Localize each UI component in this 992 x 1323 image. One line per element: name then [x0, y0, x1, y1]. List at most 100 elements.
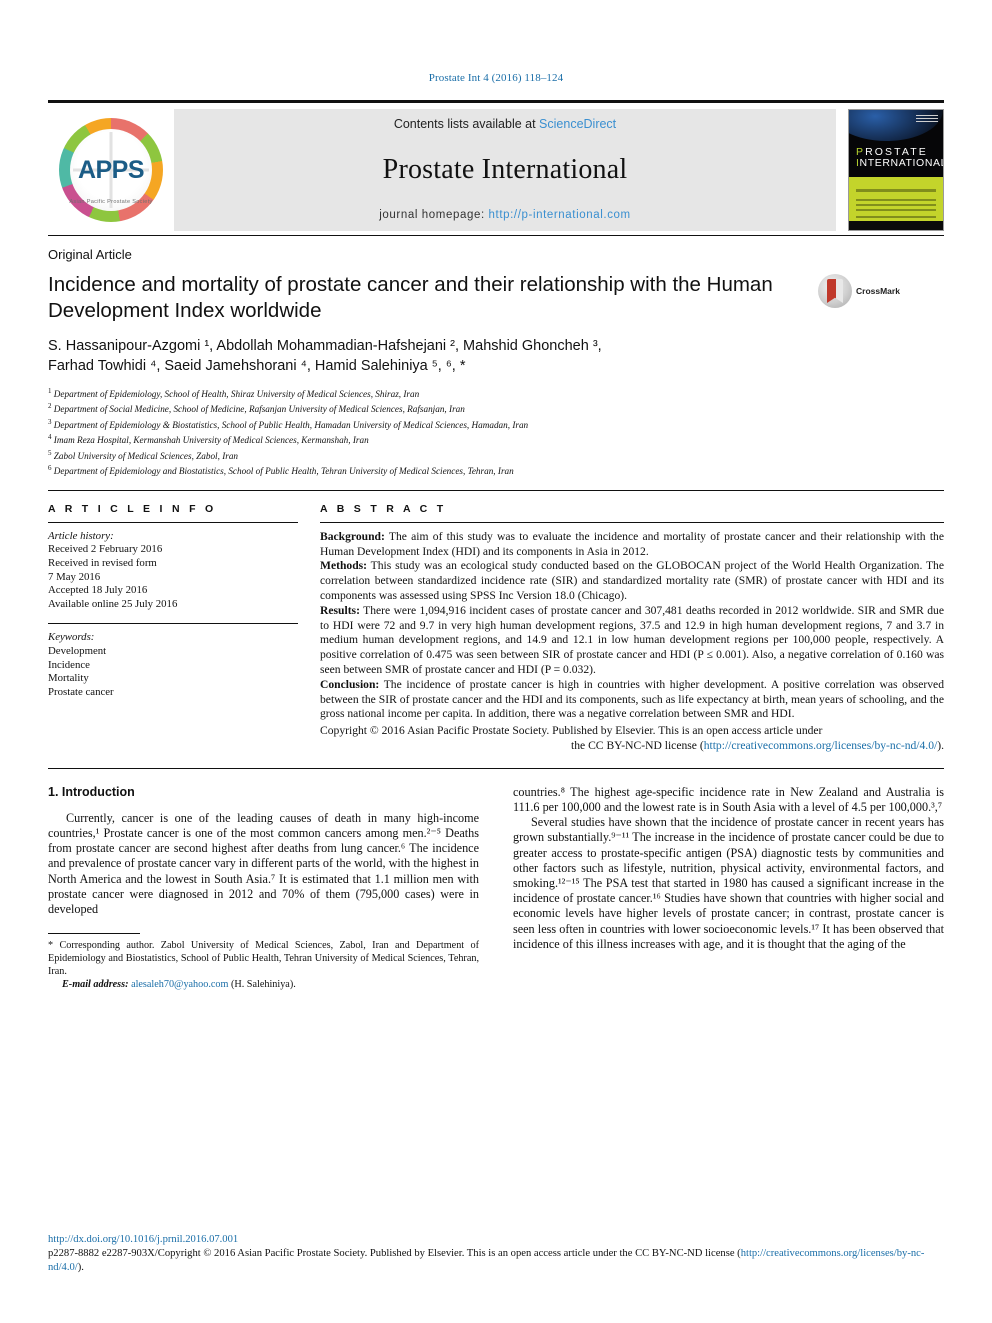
- info-section-top-rule: [48, 489, 944, 491]
- keyword-item: Prostate cancer: [48, 685, 114, 698]
- affiliation-text: Imam Reza Hospital, Kermanshah Universit…: [53, 435, 369, 446]
- abstract-results-label: Results:: [320, 603, 360, 617]
- masthead-top-rule: [48, 100, 944, 103]
- affiliation-text: Department of Epidemiology and Biostatis…: [53, 466, 514, 477]
- masthead-bottom-rule: [48, 235, 944, 236]
- article-type-label: Original Article: [48, 247, 132, 262]
- abstract-background-label: Background:: [320, 529, 385, 543]
- issn-copyright-line: p2287-8882 e2287-903X/Copyright © 2016 A…: [48, 1247, 944, 1275]
- email-label: E-mail address:: [62, 979, 129, 991]
- affiliation-text: Department of Social Medicine, School of…: [53, 404, 465, 415]
- abstract-heading: A B S T R A C T: [320, 502, 447, 515]
- article-info-rule: [48, 521, 298, 523]
- crossmark-icon: [818, 274, 852, 308]
- affiliation-marker: 4: [48, 433, 52, 442]
- cover-title-line2: INTERNATIONAL: [856, 156, 944, 169]
- article-info-heading: A R T I C L E I N F O: [48, 502, 217, 515]
- publisher-logo-cell: APPS Asian Pacific Prostate Society: [48, 109, 174, 231]
- abstract-column: A B S T R A C T Background: The aim of t…: [320, 503, 944, 754]
- copyright-license-line: the CC BY-NC-ND license (http://creative…: [320, 739, 944, 754]
- cover-text-line: [856, 189, 936, 193]
- keyword-item: Mortality: [48, 672, 89, 685]
- article-history-block: Article history: Received 2 February 201…: [48, 530, 298, 612]
- cover-text-line: [856, 199, 936, 202]
- crossmark-badge[interactable]: CrossMark: [818, 274, 900, 308]
- intro-paragraph-right-2: Several studies have shown that the inci…: [513, 815, 944, 951]
- intro-paragraph-right-1: countries.⁸ The highest age-specific inc…: [513, 784, 944, 814]
- author-list: S. Hassanipour-Azgomi ¹, Abdollah Mohamm…: [48, 336, 848, 376]
- journal-title: Prostate International: [382, 154, 628, 185]
- abstract-methods-label: Methods:: [320, 559, 368, 573]
- crossmark-label: CrossMark: [856, 286, 900, 296]
- affiliation-text: Department of Epidemiology & Biostatisti…: [53, 420, 529, 430]
- affiliation-item: 2 Department of Social Medicine, School …: [48, 400, 944, 415]
- journal-homepage-line: journal homepage: http://p-international…: [379, 209, 630, 221]
- issn-text: p2287-8882 e2287-903X/Copyright © 2016 A…: [48, 1248, 741, 1259]
- keyword-item: Incidence: [48, 658, 90, 671]
- copyright-text: Copyright © 2016 Asian Pacific Prostate …: [320, 724, 823, 738]
- affiliation-item: 1 Department of Epidemiology, School of …: [48, 385, 944, 400]
- cover-text-line: [856, 209, 936, 212]
- journal-masthead: APPS Asian Pacific Prostate Society Cont…: [48, 109, 944, 231]
- email-link[interactable]: alesaleh70@yahoo.com: [131, 979, 228, 990]
- license-link[interactable]: http://creativecommons.org/licenses/by-n…: [704, 739, 938, 752]
- journal-band: Contents lists available at ScienceDirec…: [174, 109, 836, 231]
- author-line-2: Farhad Towhidi ⁴, Saeid Jamehshorani ⁴, …: [48, 358, 466, 374]
- keywords-block: Keywords: Development Incidence Mortalit…: [48, 631, 298, 699]
- email-owner: (H. Salehiniya).: [228, 979, 296, 991]
- cover-text-line: [856, 216, 936, 219]
- history-item: Accepted 18 July 2016: [48, 584, 148, 597]
- history-item: Received in revised form: [48, 557, 157, 569]
- affiliation-marker: 1: [48, 387, 52, 395]
- cover-issn-block: [916, 115, 938, 123]
- contents-line: Contents lists available at ScienceDirec…: [394, 117, 616, 131]
- body-columns: 1. Introduction Currently, cancer is one…: [48, 785, 944, 991]
- abstract-copyright: Copyright © 2016 Asian Pacific Prostate …: [320, 724, 944, 754]
- paper-page: Prostate Int 4 (2016) 118–124 APPS Asian…: [0, 0, 992, 1323]
- page-title: Incidence and mortality of prostate canc…: [48, 273, 773, 322]
- affiliation-item: 5 Zabol University of Medical Sciences, …: [48, 447, 944, 462]
- apps-logo-icon: APPS Asian Pacific Prostate Society: [59, 118, 163, 222]
- affiliation-marker: 3: [48, 417, 52, 426]
- affiliation-item: 6 Department of Epidemiology and Biostat…: [48, 462, 944, 477]
- section-heading-introduction: 1. Introduction: [48, 784, 135, 799]
- abstract-body: Background: The aim of this study was to…: [320, 530, 944, 754]
- info-abstract-row: A R T I C L E I N F O Article history: R…: [48, 503, 944, 754]
- apps-logo-subtitle: Asian Pacific Prostate Society: [69, 199, 153, 205]
- footer-license-suffix: ).: [77, 1262, 84, 1273]
- body-top-rule: [48, 767, 944, 769]
- abstract-conclusion-text: The incidence of prostate cancer is high…: [320, 677, 944, 721]
- affiliation-list: 1 Department of Epidemiology, School of …: [48, 385, 944, 478]
- contents-prefix: Contents lists available at: [393, 117, 540, 131]
- keywords-label: Keywords:: [48, 631, 95, 644]
- abstract-methods-text: This study was an ecological study condu…: [320, 559, 944, 602]
- article-history-label: Article history:: [48, 529, 114, 542]
- history-item: 7 May 2016: [48, 570, 101, 583]
- affiliation-text: Department of Epidemiology, School of He…: [53, 389, 420, 400]
- email-note: E-mail address: alesaleh70@yahoo.com (H.…: [48, 978, 479, 991]
- author-line-1: S. Hassanipour-Azgomi ¹, Abdollah Mohamm…: [48, 338, 602, 354]
- homepage-link[interactable]: http://p-international.com: [489, 209, 631, 221]
- sciencedirect-link[interactable]: ScienceDirect: [539, 117, 616, 131]
- abstract-conclusion-label: Conclusion:: [320, 677, 380, 691]
- footnote-block: * Corresponding author. Zabol University…: [48, 933, 479, 991]
- license-suffix: ).: [937, 738, 944, 752]
- affiliation-item: 3 Department of Epidemiology & Biostatis…: [48, 416, 944, 431]
- apps-logo-text: APPS: [77, 155, 145, 184]
- journal-cover-cell: PROSTATE INTERNATIONAL: [836, 109, 944, 231]
- doi-link[interactable]: http://dx.doi.org/10.1016/j.prnil.2016.0…: [48, 1233, 944, 1247]
- history-item: Received 2 February 2016: [48, 543, 163, 556]
- affiliation-item: 4 Imam Reza Hospital, Kermanshah Univers…: [48, 431, 944, 446]
- cover-footer-bar: [849, 221, 943, 230]
- keyword-item: Development: [48, 644, 107, 657]
- article-info-column: A R T I C L E I N F O Article history: R…: [48, 503, 320, 754]
- title-row: Incidence and mortality of prostate canc…: [48, 272, 944, 324]
- cover-title-line2-initial: I: [856, 156, 860, 169]
- license-prefix: the CC BY-NC-ND license (: [571, 738, 704, 752]
- corresponding-author-note: * Corresponding author. Zabol University…: [48, 940, 479, 978]
- footnote-rule: [48, 933, 140, 935]
- running-head: Prostate Int 4 (2016) 118–124: [428, 72, 564, 84]
- homepage-prefix: journal homepage:: [379, 209, 489, 221]
- affiliation-marker: 6: [48, 464, 52, 473]
- body-column-right: countries.⁸ The highest age-specific inc…: [513, 785, 944, 991]
